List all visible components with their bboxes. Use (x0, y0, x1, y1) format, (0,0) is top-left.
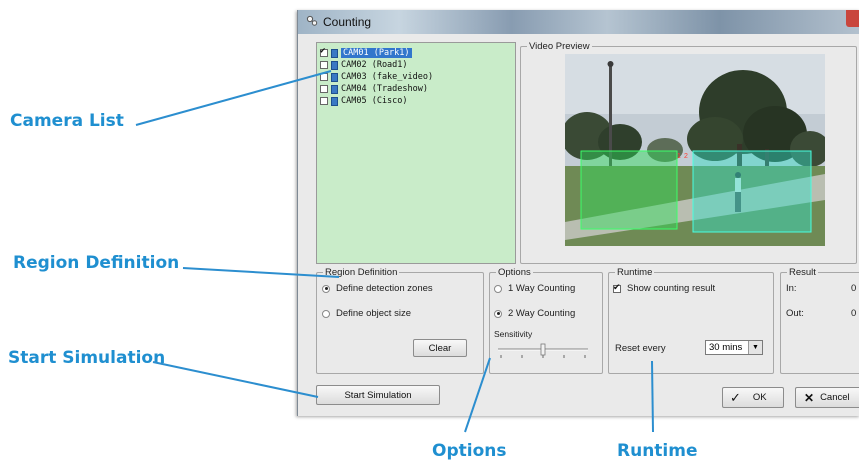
one-way-counting-radio[interactable]: 1 Way Counting (494, 283, 575, 294)
camera-item-cam03[interactable]: CAM03 (fake_video) (320, 71, 433, 83)
radio-indicator (494, 284, 502, 293)
checkbox-indicator (613, 282, 621, 293)
camera-item-cam01[interactable]: CAM01 (Park1) (320, 46, 412, 59)
result-out-value: 0 (851, 308, 857, 319)
two-way-label: 2 Way Counting (508, 308, 576, 319)
camera-checkbox[interactable] (320, 97, 328, 105)
close-icon[interactable] (846, 10, 859, 27)
runtime-title: Runtime (615, 267, 655, 278)
ok-label: OK (752, 392, 767, 403)
runtime-group: Runtime Show counting result Reset every… (608, 267, 774, 374)
result-title: Result (787, 267, 818, 278)
video-preview[interactable]: 1 2 (565, 54, 825, 246)
options-group: Options 1 Way Counting 2 Way Counting Se… (489, 267, 603, 374)
camera-list: CAM01 (Park1) CAM02 (Road1) CAM03 (fake_… (316, 42, 516, 264)
show-result-label: Show counting result (627, 283, 716, 294)
video-frame: 1 2 (565, 54, 825, 246)
reset-every-label: Reset every (615, 343, 666, 354)
camera-icon (331, 48, 338, 58)
camera-item-cam02[interactable]: CAM02 (Road1) (320, 59, 408, 71)
counting-dialog: Counting CAM01 (Park1) CAM02 (Road1) CAM… (297, 10, 859, 416)
title-bar[interactable]: Counting (298, 10, 859, 34)
options-title: Options (496, 267, 533, 278)
one-way-label: 1 Way Counting (508, 283, 576, 294)
check-icon: ✓ (730, 390, 741, 405)
close-x-icon: ✕ (804, 390, 815, 405)
result-group: Result In: 0 Out: 0 (780, 267, 859, 374)
camera-label: CAM04 (Tradeshow) (341, 84, 428, 94)
zone-label-2: 2 (684, 153, 688, 160)
cancel-button[interactable]: ✕ Cancel (795, 387, 859, 408)
camera-checkbox[interactable] (320, 85, 328, 93)
radio-indicator (322, 284, 330, 293)
camera-label: CAM02 (Road1) (341, 60, 408, 70)
camera-checkbox[interactable] (320, 61, 328, 69)
result-in-value: 0 (851, 283, 857, 294)
camera-label: CAM01 (Park1) (341, 48, 412, 58)
ok-button[interactable]: ✓ OK (722, 387, 784, 408)
camera-icon (331, 72, 338, 82)
video-preview-title: Video Preview (527, 41, 592, 52)
radio-indicator (494, 309, 502, 318)
counting-app-icon (306, 15, 318, 26)
show-counting-result-checkbox[interactable]: Show counting result (613, 282, 716, 294)
two-way-counting-radio[interactable]: 2 Way Counting (494, 308, 575, 319)
clear-button[interactable]: Clear (413, 339, 467, 357)
result-out-label: Out: (786, 308, 804, 319)
cancel-label: Cancel (820, 392, 850, 403)
camera-item-cam05[interactable]: CAM05 (Cisco) (320, 95, 408, 107)
callout-runtime: Runtime (617, 441, 698, 461)
zone-label-1: 1 (677, 153, 681, 160)
camera-label: CAM05 (Cisco) (341, 96, 408, 106)
reset-interval-value: 30 mins (709, 342, 743, 353)
callout-region-definition: Region Definition (13, 253, 180, 273)
define-zones-radio[interactable]: Define detection zones (322, 283, 433, 294)
camera-icon (331, 84, 338, 94)
slider-thumb (540, 343, 546, 356)
define-zones-label: Define detection zones (336, 283, 433, 294)
chevron-down-icon[interactable]: ▼ (748, 341, 762, 354)
camera-label: CAM03 (fake_video) (341, 72, 434, 82)
camera-icon (331, 96, 338, 106)
define-size-radio[interactable]: Define object size (322, 308, 411, 319)
camera-checkbox[interactable] (320, 73, 328, 81)
region-definition-title: Region Definition (323, 267, 400, 278)
callout-camera-list: Camera List (10, 111, 124, 131)
sensitivity-label: Sensitivity (494, 329, 533, 339)
reset-interval-dropdown[interactable]: 30 mins ▼ (705, 340, 763, 355)
window-title: Counting (323, 15, 372, 29)
define-size-label: Define object size (336, 308, 411, 319)
video-preview-group: Video Preview 1 2 (520, 41, 857, 264)
callout-start-simulation: Start Simulation (8, 348, 166, 368)
camera-icon (331, 60, 338, 70)
radio-indicator (322, 309, 330, 318)
region-definition-group: Region Definition Define detection zones… (316, 267, 484, 374)
start-simulation-button[interactable]: Start Simulation (316, 385, 440, 405)
callout-options: Options (432, 441, 507, 461)
camera-checkbox[interactable] (320, 46, 328, 57)
camera-item-cam04[interactable]: CAM04 (Tradeshow) (320, 83, 428, 95)
sensitivity-slider[interactable] (496, 343, 592, 361)
result-in-label: In: (786, 283, 797, 294)
